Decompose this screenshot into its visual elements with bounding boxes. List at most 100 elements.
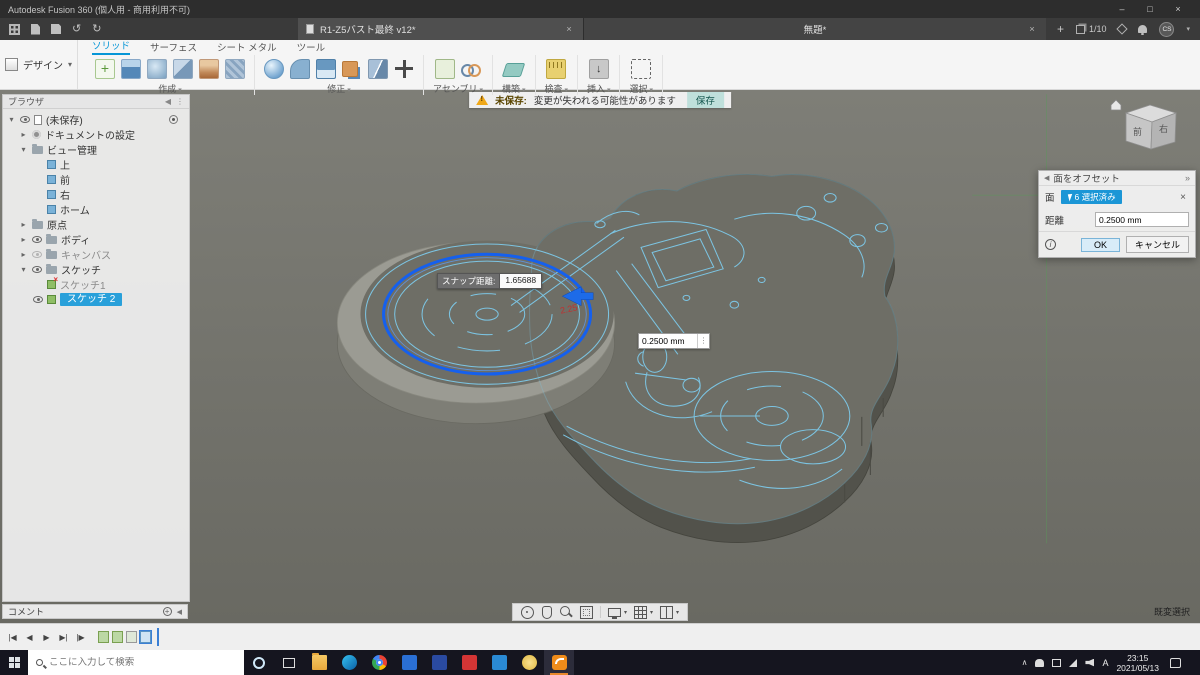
coil-icon[interactable] xyxy=(225,59,245,79)
app-blue-button[interactable] xyxy=(484,650,514,675)
tray-app-icon[interactable] xyxy=(1052,659,1061,667)
tree-sketch-2-selected[interactable]: スケッチ 2 xyxy=(3,292,189,307)
cortana-button[interactable] xyxy=(244,650,274,675)
face-selection-chip[interactable]: 6 選択済み xyxy=(1061,190,1122,204)
press-pull-icon[interactable] xyxy=(264,59,284,79)
chrome-button[interactable] xyxy=(364,650,394,675)
dropdown-caret-icon[interactable]: ▾ xyxy=(650,609,653,616)
tree-sketch-1[interactable]: スケッチ1 xyxy=(3,277,189,292)
select-dropdown[interactable]: 選択 xyxy=(629,82,652,95)
close-tab-icon[interactable]: × xyxy=(563,24,575,35)
visibility-eye-icon[interactable] xyxy=(32,266,42,273)
tree-canvases[interactable]: ▸ キャンバス xyxy=(3,247,189,262)
tree-view-home[interactable]: ホーム xyxy=(3,202,189,217)
taskbar-search[interactable] xyxy=(28,650,244,675)
store-button[interactable] xyxy=(394,650,424,675)
new-tab-button[interactable]: + xyxy=(1057,22,1064,36)
loft-icon[interactable] xyxy=(199,59,219,79)
fusion360-taskbar-button[interactable] xyxy=(544,650,574,675)
visibility-eye-icon[interactable] xyxy=(33,296,43,303)
timeline-current-feature[interactable] xyxy=(140,631,151,643)
inspect-dropdown[interactable]: 検査 xyxy=(545,82,568,95)
tree-view-management[interactable]: ▾ ビュー管理 xyxy=(3,142,189,157)
measure-icon[interactable] xyxy=(546,59,566,79)
caret-icon[interactable]: ▾ xyxy=(19,265,28,274)
action-center-icon[interactable] xyxy=(1170,658,1181,668)
construct-dropdown[interactable]: 構築 xyxy=(502,82,525,95)
tree-bodies[interactable]: ▸ ボディ xyxy=(3,232,189,247)
cancel-button[interactable]: キャンセル xyxy=(1126,236,1189,253)
tab-solid[interactable]: ソリッド xyxy=(92,38,130,55)
hidden-icons-chevron[interactable]: ∧ xyxy=(1022,658,1028,667)
caret-icon[interactable]: ▸ xyxy=(19,220,28,229)
timeline-sketch-feature[interactable] xyxy=(98,631,109,643)
tree-view-top[interactable]: 上 xyxy=(3,157,189,172)
ime-indicator[interactable]: A xyxy=(1102,658,1108,668)
fit-view-icon[interactable] xyxy=(580,606,593,619)
avatar-dropdown-icon[interactable]: ▾ xyxy=(1186,25,1190,33)
close-tab-icon-2[interactable]: × xyxy=(1026,24,1038,35)
joint-icon[interactable] xyxy=(461,59,481,79)
caret-icon[interactable]: ▸ xyxy=(19,235,28,244)
shell-icon[interactable] xyxy=(316,59,336,79)
tree-origin[interactable]: ▸ 原点 xyxy=(3,217,189,232)
document-tab-active[interactable]: R1-Z5バスト最終 v12* × xyxy=(298,18,583,40)
ok-button[interactable]: OK xyxy=(1081,238,1120,252)
tree-root-document[interactable]: ▾ (未保存) xyxy=(3,112,189,127)
orbit-icon[interactable] xyxy=(521,606,534,619)
caret-icon[interactable]: ▾ xyxy=(7,115,16,124)
undo-icon[interactable]: ↺ xyxy=(72,24,81,35)
task-view-button[interactable] xyxy=(274,650,304,675)
timeline-play-button[interactable]: ▶ xyxy=(39,630,54,645)
file-menu-icon[interactable] xyxy=(31,24,40,35)
move-copy-icon[interactable] xyxy=(394,59,414,79)
visibility-eye-icon-off[interactable] xyxy=(32,251,42,258)
insert-dropdown[interactable]: 挿入 xyxy=(587,82,610,95)
caret-icon[interactable]: ▾ xyxy=(19,145,28,154)
visibility-eye-icon[interactable] xyxy=(20,116,30,123)
dialog-more-icon[interactable]: » xyxy=(1185,173,1190,183)
browser-collapse-icon[interactable]: ◀ xyxy=(165,97,171,106)
select-tool-icon[interactable] xyxy=(631,59,651,79)
browser-menu-icon[interactable]: ⋮ xyxy=(176,97,184,106)
split-body-icon[interactable] xyxy=(368,59,388,79)
dropdown-caret-icon[interactable]: ▾ xyxy=(624,609,627,616)
comment-collapse-icon[interactable]: ◀ xyxy=(177,608,182,616)
minimize-button[interactable]: – xyxy=(1108,4,1136,14)
dropdown-caret-icon[interactable]: ▾ xyxy=(676,609,679,616)
timeline-back-button[interactable]: ◀ xyxy=(22,630,37,645)
document-tab-inactive[interactable]: 無題* × xyxy=(583,18,1046,40)
modify-dropdown[interactable]: 修正 xyxy=(327,82,350,95)
tree-view-right[interactable]: 右 xyxy=(3,187,189,202)
close-button[interactable]: × xyxy=(1164,4,1192,14)
extrude-icon[interactable] xyxy=(121,59,141,79)
grid-settings-icon[interactable] xyxy=(634,606,647,619)
timeline-sketch-feature[interactable] xyxy=(112,631,123,643)
info-icon[interactable]: i xyxy=(1045,239,1056,250)
front-wheel-face[interactable] xyxy=(360,241,613,388)
start-button[interactable] xyxy=(0,650,28,675)
visibility-eye-icon[interactable] xyxy=(32,236,42,243)
pan-icon[interactable] xyxy=(542,606,552,619)
offset-dimension-input[interactable] xyxy=(639,336,697,346)
home-view-icon[interactable] xyxy=(1111,100,1121,110)
notifications-bell-icon[interactable] xyxy=(1138,25,1147,33)
timeline-end-button[interactable]: ▶| xyxy=(56,630,71,645)
viewcube[interactable]: 前 右 xyxy=(1108,96,1192,170)
combine-icon[interactable] xyxy=(342,61,358,77)
volume-icon[interactable] xyxy=(1085,659,1094,667)
tree-sketches[interactable]: ▾ スケッチ xyxy=(3,262,189,277)
app-red-button[interactable] xyxy=(454,650,484,675)
display-settings-icon[interactable] xyxy=(608,608,621,617)
clear-selection-icon[interactable]: × xyxy=(1177,192,1189,203)
tab-surface[interactable]: サーフェス xyxy=(150,40,197,55)
dialog-collapse-icon[interactable]: ◀ xyxy=(1044,174,1049,182)
tab-tools[interactable]: ツール xyxy=(297,40,326,55)
timeline-scrubber[interactable] xyxy=(157,628,159,646)
cloud-icon[interactable] xyxy=(1035,659,1044,667)
dimension-grip-icon[interactable]: ⋮ xyxy=(697,334,709,348)
taskbar-clock[interactable]: 23:15 2021/05/13 xyxy=(1116,653,1159,673)
assemble-dropdown[interactable]: アセンブリ xyxy=(433,82,483,95)
app-yellow-button[interactable] xyxy=(514,650,544,675)
tab-sheet-metal[interactable]: シート メタル xyxy=(217,40,277,55)
